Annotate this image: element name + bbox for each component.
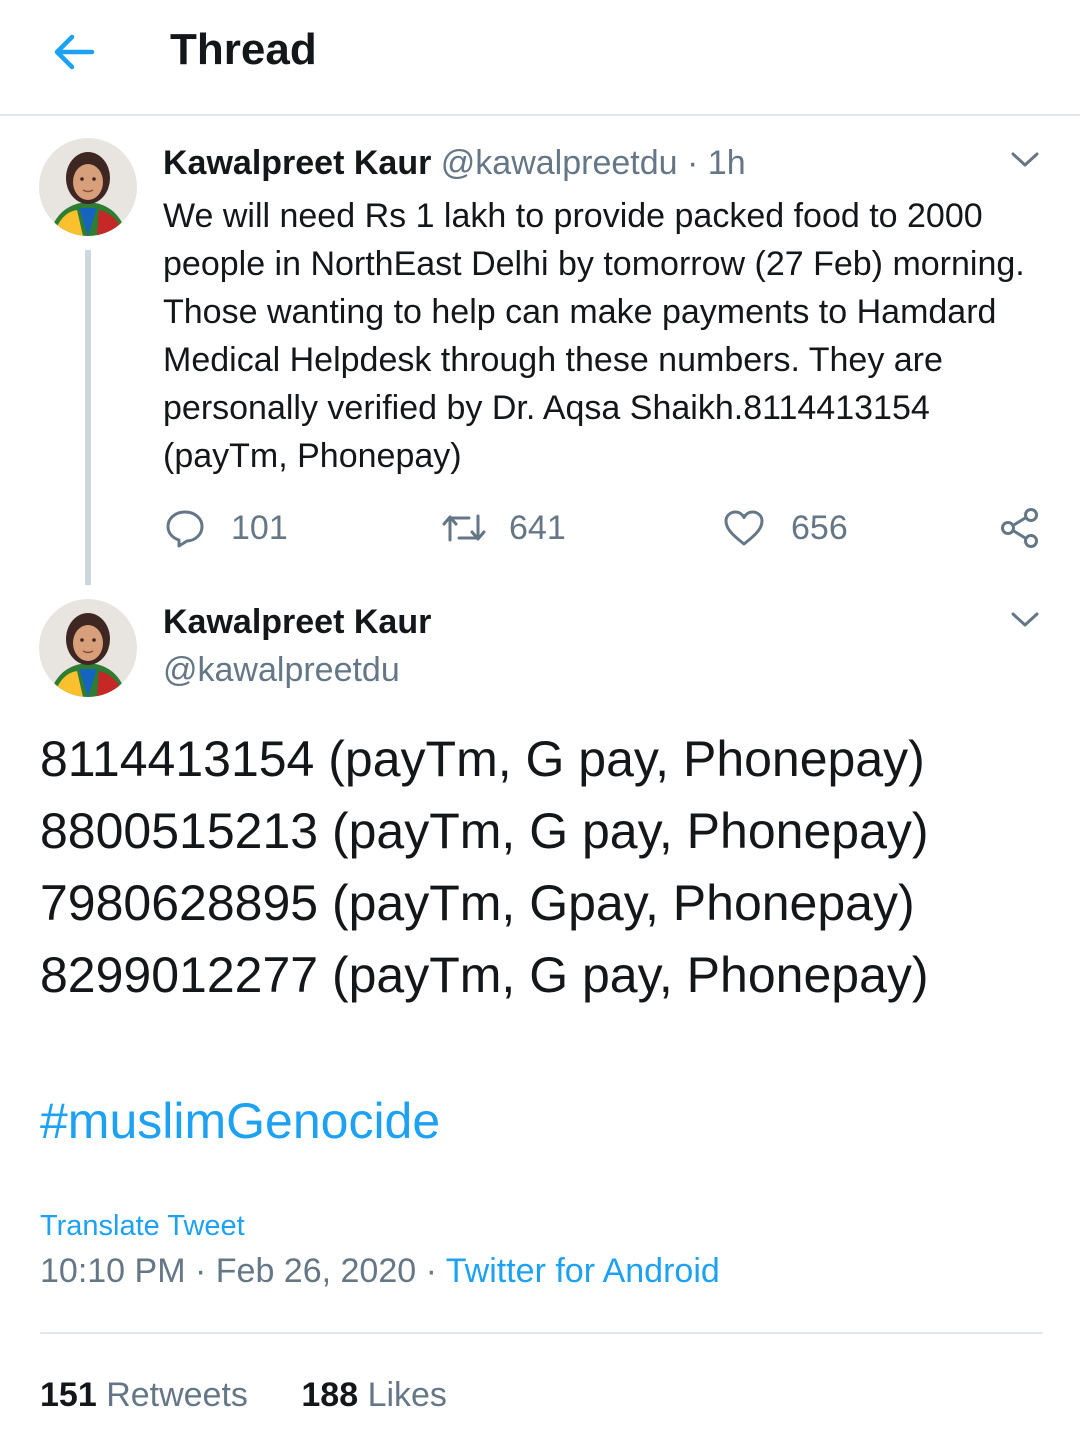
tweet-actions: 101 641 656 [163, 500, 1048, 556]
author-handle[interactable]: @kawalpreetdu [163, 648, 400, 692]
tweet-timestamp: 10:10 PM · Feb 26, 2020 · Twitter for An… [40, 1248, 720, 1294]
tweet-time[interactable]: 1h [708, 144, 746, 182]
author-handle[interactable]: @kawalpreetdu [441, 144, 678, 182]
retweet-count: 641 [509, 508, 566, 547]
share-icon [1001, 508, 1038, 548]
retweets-count: 151 [40, 1376, 97, 1414]
tweet-text: We will need Rs 1 lakh to provide packed… [163, 197, 1025, 475]
retweet-button[interactable]: 641 [441, 500, 566, 556]
profile-photo-icon [39, 599, 137, 697]
thread-connector-line [85, 250, 91, 585]
author-name[interactable]: Kawalpreet Kaur [163, 600, 431, 644]
tweet-stats: 151 Retweets 188 Likes [40, 1372, 447, 1418]
retweets-stat[interactable]: 151 Retweets [40, 1372, 248, 1418]
reply-button[interactable]: 101 [165, 500, 288, 556]
back-button[interactable] [44, 26, 104, 78]
tweet-date: Feb 26, 2020 [215, 1252, 417, 1290]
page-title: Thread [170, 25, 317, 74]
likes-label: Likes [367, 1376, 447, 1414]
like-count: 656 [791, 508, 848, 547]
retweets-label: Retweets [106, 1376, 248, 1414]
reply-count: 101 [231, 508, 288, 547]
divider [40, 1332, 1043, 1334]
arrow-left-icon [54, 34, 95, 70]
tweet-menu-button[interactable] [1003, 602, 1047, 638]
top-bar: Thread [0, 0, 1080, 116]
tweet-source-link[interactable]: Twitter for Android [446, 1252, 720, 1290]
avatar[interactable] [39, 599, 137, 697]
hashtag-link[interactable]: #muslimGenocide [40, 1085, 440, 1157]
tweet-text: 8114413154 (payTm, G pay, Phonepay) 8800… [40, 723, 1050, 1011]
chevron-down-icon [1011, 152, 1039, 167]
heart-icon [724, 510, 764, 546]
author-name[interactable]: Kawalpreet Kaur [163, 144, 431, 182]
avatar[interactable] [39, 138, 137, 236]
payment-number-line: 7980628895 (payTm, Gpay, Phonepay) [40, 875, 915, 931]
payment-number-line: 8114413154 (payTm, G pay, Phonepay) [40, 731, 925, 787]
reply-icon [166, 510, 204, 548]
tweet-menu-button[interactable] [1003, 142, 1047, 178]
profile-photo-icon [39, 138, 137, 236]
separator-dot: · [194, 1252, 207, 1290]
likes-count: 188 [301, 1376, 359, 1414]
separator-dot: · [425, 1252, 437, 1290]
separator-dot: · [687, 144, 699, 182]
like-button[interactable]: 656 [723, 500, 848, 556]
payment-number-line: 8299012277 (payTm, G pay, Phonepay) [40, 947, 929, 1003]
share-button[interactable] [999, 500, 1041, 556]
likes-stat[interactable]: 188 Likes [301, 1372, 447, 1418]
tweet-time: 10:10 PM [40, 1252, 186, 1290]
tweet-header: Kawalpreet Kaur @kawalpreetdu · 1h [163, 142, 746, 184]
retweet-icon [442, 514, 486, 542]
payment-number-line: 8800515213 (payTm, G pay, Phonepay) [40, 803, 929, 859]
translate-tweet-link[interactable]: Translate Tweet [40, 1206, 245, 1246]
chevron-down-icon [1011, 612, 1039, 627]
